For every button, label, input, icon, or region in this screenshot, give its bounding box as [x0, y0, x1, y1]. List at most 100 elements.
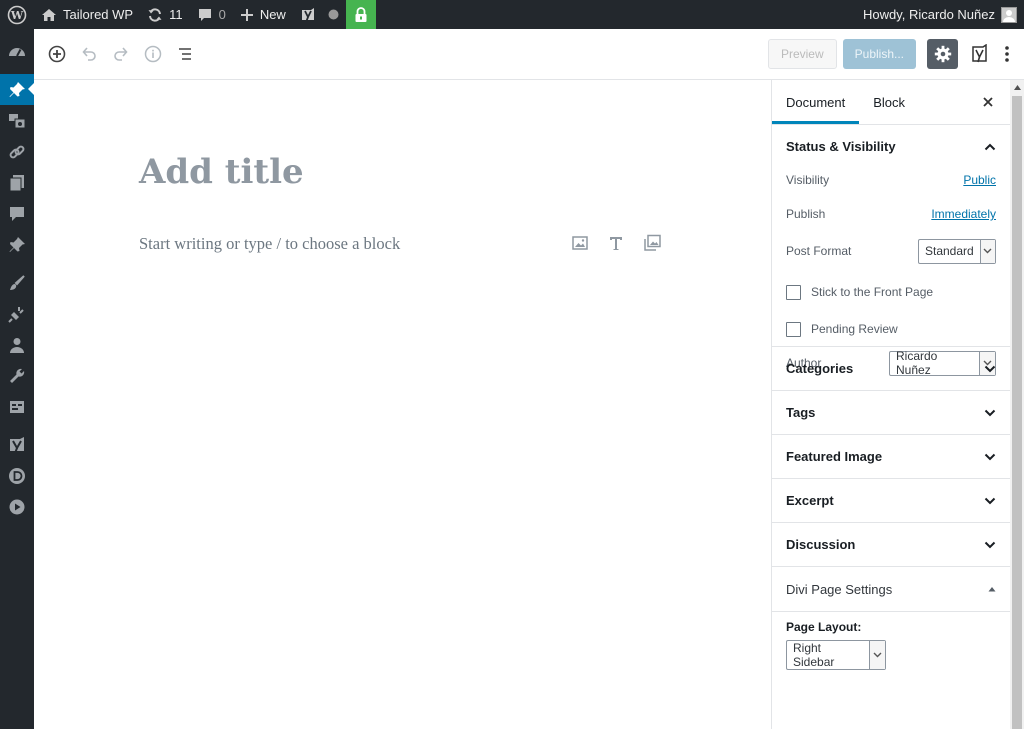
dashboard-icon: [8, 43, 26, 61]
menu-pages[interactable]: [0, 167, 34, 198]
checkbox[interactable]: [786, 284, 801, 300]
list-view-icon: [176, 45, 194, 63]
gear-icon: [934, 45, 952, 63]
site-name-menu[interactable]: Tailored WP: [34, 0, 140, 29]
undo-icon: [80, 45, 98, 63]
menu-links[interactable]: [0, 136, 34, 167]
my-account-menu[interactable]: Howdy, Ricardo Nuñez: [863, 0, 1024, 29]
updates-menu[interactable]: 11: [140, 0, 190, 29]
seo-status-dot-icon: [328, 9, 339, 20]
visibility-label: Visibility: [786, 173, 830, 187]
featured-image-toggle[interactable]: Featured Image: [772, 435, 1010, 478]
security-lock-menu[interactable]: [345, 0, 376, 29]
insert-gallery-button[interactable]: [641, 232, 663, 254]
redo-icon: [112, 45, 130, 63]
new-content-menu[interactable]: New: [233, 0, 293, 29]
preview-button[interactable]: Preview: [767, 39, 837, 69]
visibility-row: Visibility Public: [772, 168, 1010, 192]
menu-dashboard[interactable]: [0, 36, 34, 67]
menu-comments[interactable]: [0, 198, 34, 229]
link-icon: [8, 143, 26, 161]
chevron-down-icon: [984, 497, 996, 505]
panel-title: Categories: [786, 361, 854, 376]
author-select[interactable]: Ricardo Nuñez: [889, 349, 996, 377]
undo-button[interactable]: [73, 38, 105, 70]
chevron-up-icon: [984, 143, 996, 151]
post-format-select[interactable]: Standard: [918, 238, 996, 264]
wordpress-logo-icon: W: [7, 5, 27, 25]
menu-posts[interactable]: [0, 74, 34, 105]
redo-button[interactable]: [105, 38, 137, 70]
triangle-up-icon: [988, 586, 996, 592]
menu-projects[interactable]: [0, 229, 34, 260]
more-options-button[interactable]: [996, 39, 1018, 69]
visibility-link[interactable]: Public: [963, 173, 996, 187]
add-block-button[interactable]: [41, 38, 73, 70]
menu-seo[interactable]: [0, 429, 34, 460]
tags-panel: Tags: [772, 391, 1010, 435]
pushpin-icon: [8, 81, 26, 99]
scroll-up-arrow-icon[interactable]: [1010, 80, 1024, 94]
publish-date-link[interactable]: Immediately: [931, 207, 996, 221]
gallery-icon: [643, 234, 661, 252]
close-sidebar-button[interactable]: [978, 92, 998, 112]
publish-button[interactable]: Publish...: [842, 39, 916, 69]
info-icon: [144, 45, 162, 63]
pending-review-checkbox[interactable]: Pending Review: [786, 321, 898, 337]
chevron-down-icon: [869, 641, 885, 669]
default-block-appender[interactable]: Start writing or type / to choose a bloc…: [139, 234, 400, 254]
home-icon: [41, 7, 57, 23]
post-title-input[interactable]: Add title: [139, 152, 304, 192]
sidebar-scrollbar[interactable]: [1010, 80, 1024, 729]
menu-settings[interactable]: [0, 391, 34, 422]
panel-title: Featured Image: [786, 449, 883, 464]
settings-sidebar: Document Block Status & Visibility Visib…: [771, 80, 1010, 729]
divi-settings-toggle[interactable]: Divi Page Settings: [772, 567, 1010, 612]
author-value: Ricardo Nuñez: [896, 349, 938, 377]
settings-toggle-button[interactable]: [927, 39, 958, 69]
checkbox[interactable]: [786, 321, 801, 337]
comments-count: 0: [218, 7, 226, 22]
menu-media[interactable]: [0, 105, 34, 136]
yoast-seo-button[interactable]: [964, 39, 994, 69]
sticky-checkbox[interactable]: Stick to the Front Page: [786, 284, 933, 300]
menu-plugins[interactable]: [0, 298, 34, 329]
tags-toggle[interactable]: Tags: [772, 391, 1010, 434]
insert-image-button[interactable]: [569, 232, 591, 254]
menu-tools[interactable]: [0, 360, 34, 391]
page-layout-value: Right Sidebar: [793, 641, 835, 669]
yoast-icon: [969, 44, 989, 64]
status-visibility-panel: Status & Visibility Visibility Public Pu…: [772, 125, 1010, 377]
editor-canvas: Add title Start writing or type / to cho…: [34, 80, 771, 729]
chevron-down-icon: [984, 453, 996, 461]
page-layout-select[interactable]: Right Sidebar: [786, 640, 886, 670]
block-navigation-button[interactable]: [169, 38, 201, 70]
status-visibility-toggle[interactable]: Status & Visibility: [772, 125, 1010, 168]
excerpt-toggle[interactable]: Excerpt: [772, 479, 1010, 522]
menu-divi[interactable]: [0, 460, 34, 491]
menu-users[interactable]: [0, 329, 34, 360]
content-info-button[interactable]: [137, 38, 169, 70]
menu-media-player[interactable]: [0, 491, 34, 522]
new-label: New: [259, 7, 286, 22]
yoast-menu[interactable]: [293, 0, 346, 29]
publish-label: Publish: [786, 207, 826, 221]
discussion-toggle[interactable]: Discussion: [772, 523, 1010, 566]
page-layout-label: Page Layout:: [786, 620, 862, 634]
tab-document[interactable]: Document: [772, 80, 860, 124]
panel-title: Excerpt: [786, 493, 834, 508]
insert-heading-button[interactable]: [605, 232, 627, 254]
comments-menu[interactable]: 0: [190, 0, 233, 29]
admin-menu: [0, 29, 34, 729]
updates-icon: [147, 7, 163, 23]
pending-label: Pending Review: [811, 322, 898, 336]
scrollbar-thumb[interactable]: [1012, 96, 1022, 729]
panel-title: Tags: [786, 405, 816, 420]
chevron-down-icon: [979, 239, 995, 263]
pushpin-icon: [8, 236, 26, 254]
menu-appearance[interactable]: [0, 267, 34, 298]
yoast-icon: [300, 7, 316, 23]
site-name: Tailored WP: [63, 7, 134, 22]
wordpress-logo-menu[interactable]: W: [0, 0, 34, 29]
tab-block[interactable]: Block: [859, 80, 919, 124]
